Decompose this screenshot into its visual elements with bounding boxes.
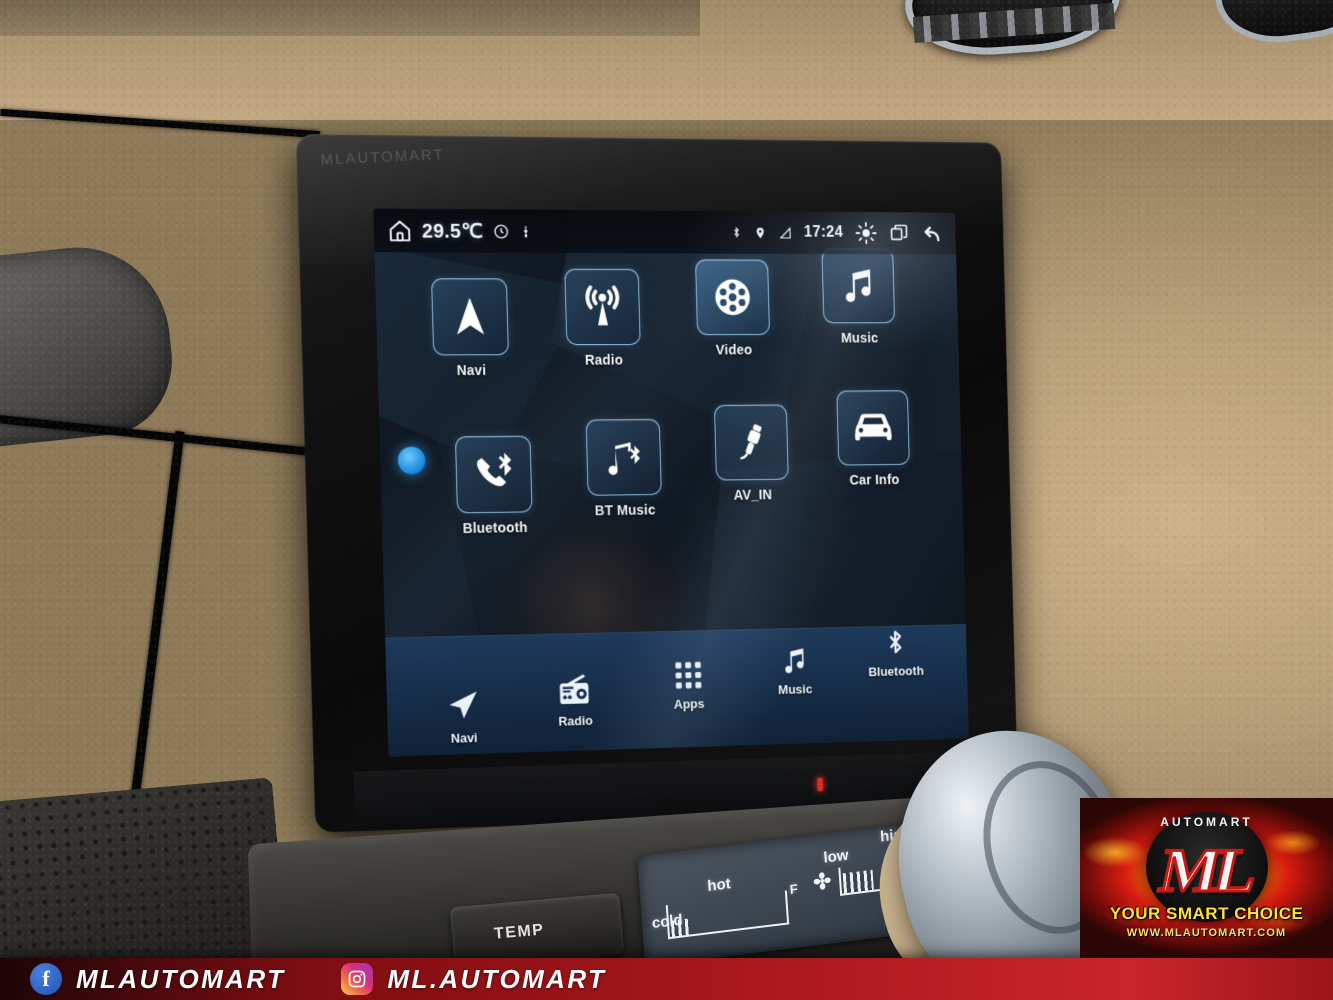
facebook-icon[interactable]: f <box>30 963 62 995</box>
dock-label: Radio <box>558 712 594 729</box>
facebook-handle-group[interactable]: f MLAUTOMART <box>30 963 285 995</box>
clock-face-icon[interactable] <box>493 223 510 240</box>
app-label: AV_IN <box>733 486 773 503</box>
app-tile[interactable] <box>454 435 533 514</box>
apps-grid-icon <box>644 650 732 693</box>
fan-scale-low-label: low <box>823 846 850 867</box>
signal-triangle-icon <box>778 225 792 240</box>
app-tile[interactable] <box>695 259 771 336</box>
instagram-icon[interactable] <box>341 963 374 995</box>
touchscreen-display[interactable]: 29.5℃ 17:24 Navi Radio Video Music Bluet… <box>373 208 969 757</box>
usb-plug-icon[interactable] <box>519 223 533 240</box>
dock-label: Music <box>778 681 813 698</box>
temp-scale-high-label: hot <box>706 875 732 896</box>
location-pin-icon <box>754 224 767 241</box>
navigation-arrow-icon <box>446 293 494 340</box>
bluetooth-phone-icon <box>469 450 519 500</box>
app-label: Radio <box>584 351 624 368</box>
dock-item-bluetooth[interactable]: Bluetooth <box>853 618 939 679</box>
status-bar: 29.5℃ 17:24 <box>373 208 956 255</box>
bluetooth-icon <box>853 618 938 660</box>
music-note-icon <box>751 636 837 679</box>
dock-label: Apps <box>673 696 705 712</box>
app-tile[interactable] <box>564 268 641 346</box>
temp-level-fill <box>670 918 690 938</box>
ml-automart-logo: AUTOMART ML YOUR SMART CHOICE WWW.MLAUTO… <box>1080 798 1333 958</box>
dock-item-music[interactable]: Music <box>751 636 838 698</box>
app-label: Bluetooth <box>462 519 528 537</box>
social-banner: f MLAUTOMART ML.AUTOMART <box>0 958 1333 1000</box>
facebook-handle: MLAUTOMART <box>76 963 286 994</box>
back-arrow-icon[interactable] <box>921 222 943 245</box>
logo-url: WWW.MLAUTOMART.COM <box>1126 927 1287 939</box>
dashboard-trim-strip <box>0 0 700 36</box>
app-label: Video <box>715 341 753 358</box>
app-label: Car Info <box>849 471 900 488</box>
logo-tagline: YOUR SMART CHOICE <box>1109 904 1304 923</box>
app-av-in[interactable]: AV_IN <box>704 404 800 503</box>
app-radio[interactable]: Radio <box>554 268 652 368</box>
app-label: Music <box>840 329 879 346</box>
outside-temperature: 29.5℃ <box>421 220 484 243</box>
temp-unit-label: F <box>789 881 799 897</box>
app-tile[interactable] <box>713 404 789 481</box>
air-vent-blades <box>912 2 1116 43</box>
app-video[interactable]: Video <box>685 259 781 357</box>
bluetooth-icon <box>730 224 742 241</box>
dock-bar: Navi Radio Apps Music Bluetooth <box>385 624 969 757</box>
app-navi[interactable]: Navi <box>420 278 520 378</box>
status-led <box>817 777 824 792</box>
app-music[interactable]: Music <box>811 248 905 345</box>
app-car-info[interactable]: Car Info <box>826 390 920 488</box>
app-tile[interactable] <box>431 278 509 356</box>
dock-label: Bluetooth <box>868 663 924 680</box>
radio-receiver-icon <box>530 666 619 710</box>
fan-blades-icon <box>811 869 834 894</box>
car-interior-scene: MLAUTOMART 29.5℃ 17:24 Navi Radio Video … <box>0 0 1333 1000</box>
fan-level-fill <box>842 869 874 894</box>
page-dot[interactable] <box>397 446 426 475</box>
instagram-handle: ML.AUTOMART <box>387 963 607 994</box>
app-tile[interactable] <box>585 418 662 496</box>
navigation-arrow-icon <box>418 683 509 727</box>
app-tile[interactable] <box>836 390 910 466</box>
music-note-icon <box>837 264 880 308</box>
app-bt-music[interactable]: BT Music <box>575 418 673 519</box>
car-front-icon <box>850 404 897 452</box>
instagram-handle-group[interactable]: ML.AUTOMART <box>341 963 606 995</box>
dock-item-apps[interactable]: Apps <box>644 650 732 713</box>
app-grid: Navi Radio Video Music Bluetooth BT Musi… <box>374 248 966 647</box>
app-tile[interactable] <box>821 248 896 324</box>
rca-plug-icon <box>729 420 773 465</box>
head-unit: MLAUTOMART 29.5℃ 17:24 Navi Radio Video … <box>296 134 1019 833</box>
logo-monogram: ML <box>1152 836 1261 907</box>
dock-item-navi[interactable]: Navi <box>418 683 509 747</box>
temp-button-label: TEMP <box>493 921 546 943</box>
app-label: Navi <box>456 362 487 379</box>
film-reel-icon <box>710 274 756 321</box>
logo-arc-text: AUTOMART <box>1160 815 1253 829</box>
bluetooth-music-icon <box>600 434 647 481</box>
recent-apps-icon[interactable] <box>889 223 910 244</box>
dock-item-radio[interactable]: Radio <box>530 666 620 729</box>
perforated-speaker-panel <box>0 777 288 983</box>
app-bluetooth[interactable]: Bluetooth <box>444 435 544 537</box>
brightness-sun-icon[interactable] <box>855 222 878 245</box>
status-bar-clock: 17:24 <box>803 224 844 241</box>
home-icon[interactable] <box>387 218 412 243</box>
dock-label: Navi <box>450 730 478 746</box>
radio-antenna-icon <box>578 282 627 331</box>
app-label: BT Music <box>594 501 656 519</box>
